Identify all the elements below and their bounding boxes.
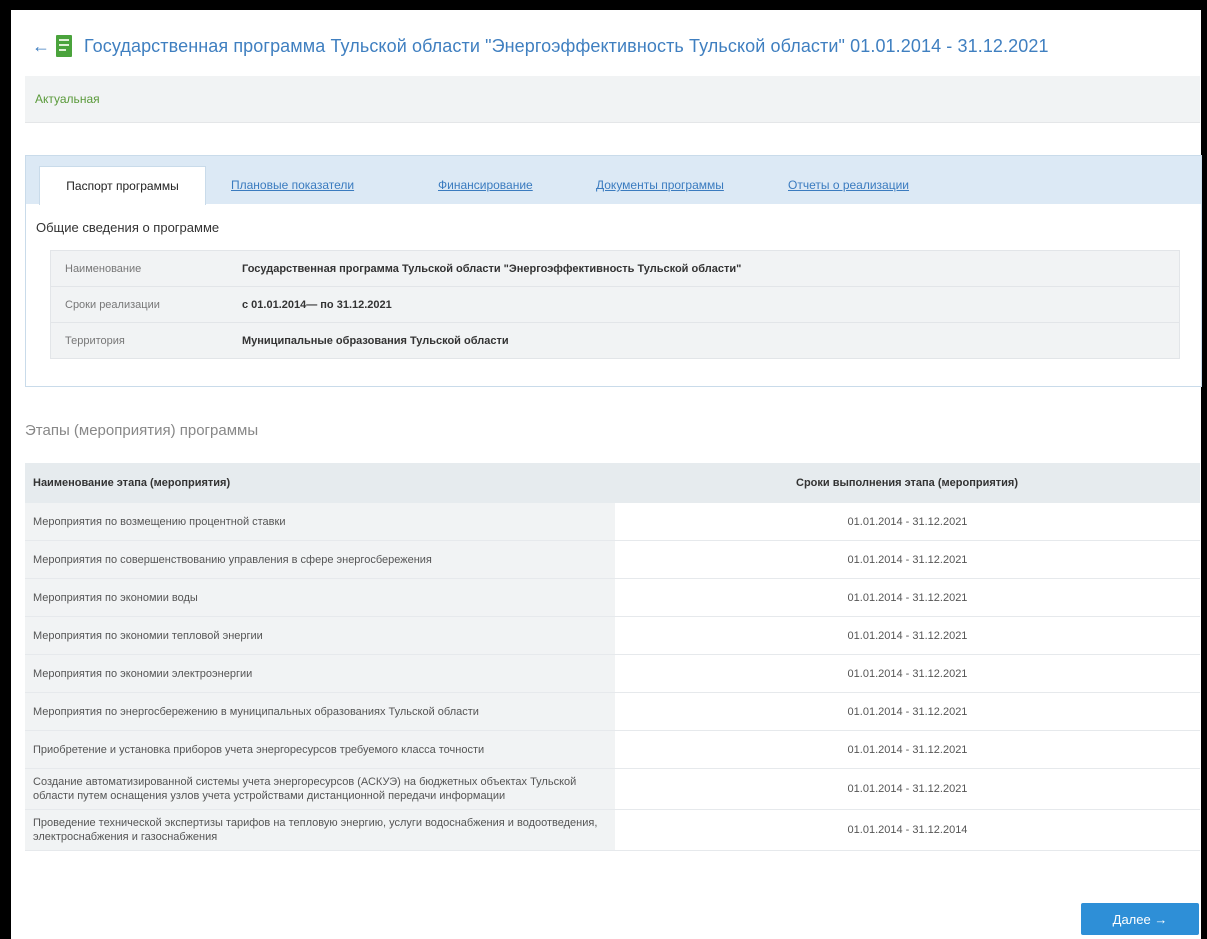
table-row: Мероприятия по экономии тепловой энергии…	[25, 616, 1200, 655]
stage-name: Мероприятия по экономии электроэнергии	[25, 654, 615, 693]
table-row: Мероприятия по совершенствованию управле…	[25, 540, 1200, 579]
page-title: Государственная программа Тульской облас…	[84, 35, 1049, 56]
tab-planned-indicators[interactable]: Плановые показатели	[231, 166, 354, 204]
tab-financing[interactable]: Финансирование	[438, 166, 533, 204]
table-row: Приобретение и установка приборов учета …	[25, 730, 1200, 769]
column-header-stage-dates: Сроки выполнения этапа (мероприятия)	[615, 463, 1200, 503]
general-info-title: Общие сведения о программе	[36, 220, 220, 235]
window-border-right	[1201, 0, 1207, 939]
general-info-table: Наименование Государственная программа Т…	[50, 250, 1180, 359]
back-arrow-icon[interactable]: ←	[30, 35, 52, 57]
page-header: ← Государственная программа Тульской обл…	[30, 26, 1049, 66]
tab-program-documents[interactable]: Документы программы	[596, 166, 724, 204]
tab-implementation-reports[interactable]: Отчеты о реализации	[788, 166, 909, 204]
info-label: Наименование	[50, 250, 241, 287]
tab-bar: Паспорт программы Плановые показатели Фи…	[26, 156, 1201, 205]
info-value: Государственная программа Тульской облас…	[241, 250, 1180, 287]
stage-name: Приобретение и установка приборов учета …	[25, 730, 615, 769]
status-bar: Актуальная	[25, 76, 1200, 123]
info-label: Территория	[50, 322, 241, 359]
stage-name: Мероприятия по энергосбережению в муници…	[25, 692, 615, 731]
table-row: Создание автоматизированной системы учет…	[25, 768, 1200, 810]
table-row: Мероприятия по энергосбережению в муници…	[25, 692, 1200, 731]
table-row: Мероприятия по экономии воды 01.01.2014 …	[25, 578, 1200, 617]
next-button[interactable]: Далее →	[1081, 903, 1199, 935]
stage-dates: 01.01.2014 - 31.12.2021	[615, 768, 1200, 810]
stage-name: Проведение технической экспертизы тарифо…	[25, 809, 615, 851]
column-header-stage-name: Наименование этапа (мероприятия)	[25, 463, 615, 503]
stage-dates: 01.01.2014 - 31.12.2021	[615, 578, 1200, 617]
stage-dates: 01.01.2014 - 31.12.2021	[615, 503, 1200, 541]
info-row: Наименование Государственная программа Т…	[50, 250, 1180, 287]
status-label: Актуальная	[35, 92, 100, 106]
stage-name: Мероприятия по возмещению процентной ста…	[25, 503, 615, 541]
info-value: Муниципальные образования Тульской облас…	[241, 322, 1180, 359]
info-row: Сроки реализации с 01.01.2014— по 31.12.…	[50, 286, 1180, 323]
stage-name: Мероприятия по экономии тепловой энергии	[25, 616, 615, 655]
stage-dates: 01.01.2014 - 31.12.2014	[615, 809, 1200, 851]
info-label: Сроки реализации	[50, 286, 241, 323]
stage-name: Мероприятия по экономии воды	[25, 578, 615, 617]
stages-header-row: Наименование этапа (мероприятия) Сроки в…	[25, 463, 1200, 503]
program-passport-panel: Паспорт программы Плановые показатели Фи…	[25, 155, 1202, 387]
info-value: с 01.01.2014— по 31.12.2021	[241, 286, 1180, 323]
window-border-top	[0, 0, 1207, 10]
stage-dates: 01.01.2014 - 31.12.2021	[615, 540, 1200, 579]
stages-table: Наименование этапа (мероприятия) Сроки в…	[25, 463, 1200, 851]
info-row: Территория Муниципальные образования Тул…	[50, 322, 1180, 359]
stage-dates: 01.01.2014 - 31.12.2021	[615, 692, 1200, 731]
stage-dates: 01.01.2014 - 31.12.2021	[615, 654, 1200, 693]
stage-name: Создание автоматизированной системы учет…	[25, 768, 615, 810]
table-row: Проведение технической экспертизы тарифо…	[25, 809, 1200, 851]
table-row: Мероприятия по возмещению процентной ста…	[25, 503, 1200, 541]
program-document-icon	[56, 35, 72, 57]
stages-title: Этапы (мероприятия) программы	[25, 422, 259, 439]
stage-dates: 01.01.2014 - 31.12.2021	[615, 730, 1200, 769]
stage-name: Мероприятия по совершенствованию управле…	[25, 540, 615, 579]
table-row: Мероприятия по экономии электроэнергии 0…	[25, 654, 1200, 693]
tab-passport[interactable]: Паспорт программы	[39, 166, 206, 205]
stage-dates: 01.01.2014 - 31.12.2021	[615, 616, 1200, 655]
window-border-left	[0, 0, 11, 939]
